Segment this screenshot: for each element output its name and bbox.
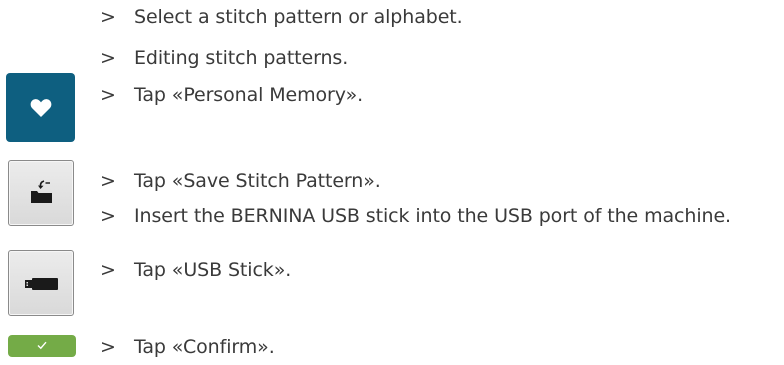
arrow-bullet: > <box>100 84 116 106</box>
heart-icon <box>30 99 52 117</box>
personal-memory-button[interactable] <box>6 73 75 142</box>
folder-save-icon <box>31 180 52 203</box>
step-text: Tap «Save Stitch Pattern». <box>134 170 381 192</box>
step-insert-usb: > Insert the BERNINA USB stick into the U… <box>100 204 731 228</box>
arrow-bullet: > <box>100 259 116 281</box>
step-select-pattern: > Select a stitch pattern or alphabet. <box>100 5 463 29</box>
step-editing: > Editing stitch patterns. <box>100 46 348 70</box>
usb-stick-icon <box>25 278 58 290</box>
arrow-bullet: > <box>100 6 116 28</box>
step-text: Tap «USB Stick». <box>134 259 292 281</box>
step-text: Editing stitch patterns. <box>134 47 349 69</box>
step-text: Select a stitch pattern or alphabet. <box>134 6 463 28</box>
arrow-bullet: > <box>100 336 116 358</box>
checkmark-icon <box>37 341 47 350</box>
arrow-bullet: > <box>100 205 116 227</box>
confirm-button[interactable] <box>8 335 76 357</box>
step-personal-memory: > Tap «Personal Memory». <box>100 83 363 107</box>
step-text: Insert the BERNINA USB stick into the US… <box>134 205 731 227</box>
step-save-pattern: > Tap «Save Stitch Pattern». <box>100 169 381 193</box>
arrow-bullet: > <box>100 47 116 69</box>
step-text: Tap «Personal Memory». <box>134 84 364 106</box>
arrow-bullet: > <box>100 170 116 192</box>
step-usb-stick: > Tap «USB Stick». <box>100 258 291 282</box>
step-confirm: > Tap «Confirm». <box>100 335 275 359</box>
usb-stick-button[interactable] <box>8 250 74 316</box>
step-text: Tap «Confirm». <box>134 336 275 358</box>
save-stitch-pattern-button[interactable] <box>8 160 74 226</box>
